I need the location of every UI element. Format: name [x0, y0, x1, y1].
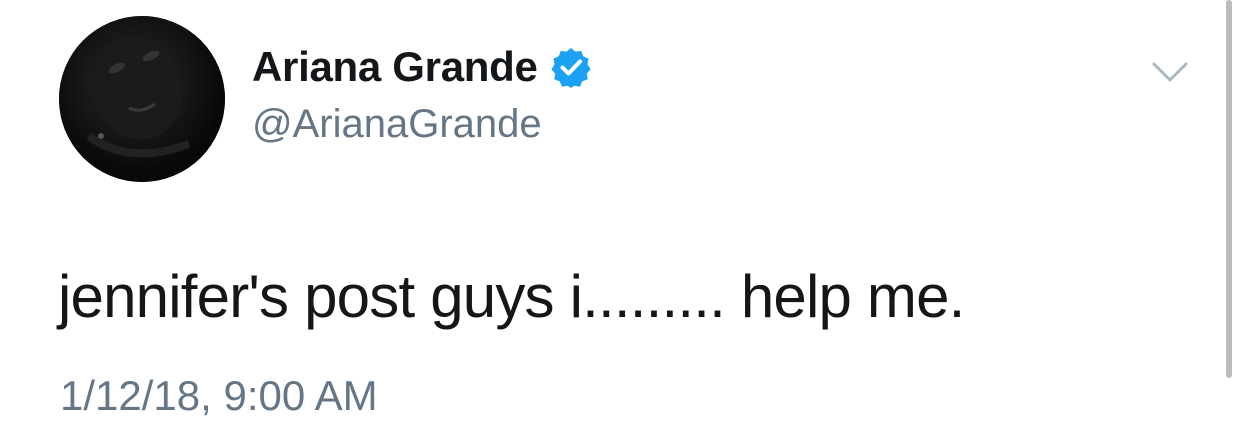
scrollbar[interactable]: [1226, 0, 1232, 378]
avatar[interactable]: [59, 16, 225, 182]
avatar-photo: [59, 16, 225, 182]
chevron-down-icon[interactable]: [1150, 58, 1190, 86]
verified-badge-icon: [550, 46, 592, 88]
tweet-text: jennifer's post guys i......... help me.: [58, 263, 965, 330]
user-handle[interactable]: @ArianaGrande: [252, 102, 592, 147]
tweet-card: Ariana Grande @ArianaGrande jennifer's p…: [0, 0, 1242, 444]
display-name[interactable]: Ariana Grande: [252, 43, 538, 91]
user-info[interactable]: Ariana Grande @ArianaGrande: [252, 42, 592, 147]
name-row: Ariana Grande: [252, 42, 592, 92]
tweet-timestamp[interactable]: 1/12/18, 9:00 AM: [60, 372, 378, 420]
